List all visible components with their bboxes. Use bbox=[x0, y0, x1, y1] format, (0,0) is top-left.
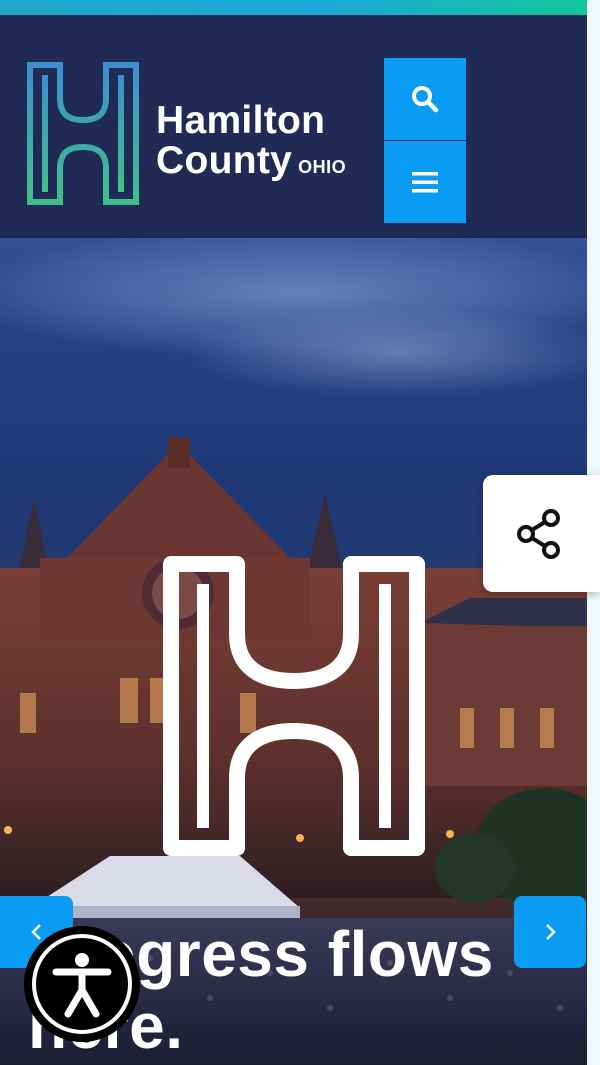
carousel-next-button[interactable] bbox=[514, 896, 586, 968]
chevron-left-icon bbox=[30, 924, 41, 940]
logo-county-text: County bbox=[156, 139, 293, 182]
accessibility-ring bbox=[32, 934, 132, 1034]
site-header: Hamilton County OHIO bbox=[0, 15, 587, 238]
search-icon bbox=[412, 86, 439, 113]
menu-button[interactable] bbox=[384, 141, 466, 223]
hamilton-h-mark-icon bbox=[163, 556, 425, 856]
accessibility-button[interactable] bbox=[24, 926, 140, 1042]
top-accent-strip bbox=[0, 0, 587, 15]
accessibility-person-icon bbox=[52, 953, 112, 1018]
search-button[interactable] bbox=[384, 58, 466, 140]
logo-wordmark: Hamilton County OHIO bbox=[156, 101, 346, 187]
hamilton-h-logo-icon bbox=[27, 62, 139, 205]
share-button[interactable] bbox=[483, 475, 600, 592]
logo-state-text: OHIO bbox=[298, 157, 347, 177]
hamburger-menu-icon bbox=[412, 172, 438, 193]
share-icon bbox=[517, 508, 560, 559]
logo-line-hamilton: Hamilton bbox=[156, 99, 326, 142]
logo-line-county: County OHIO bbox=[156, 141, 346, 187]
chevron-right-icon bbox=[546, 924, 556, 940]
